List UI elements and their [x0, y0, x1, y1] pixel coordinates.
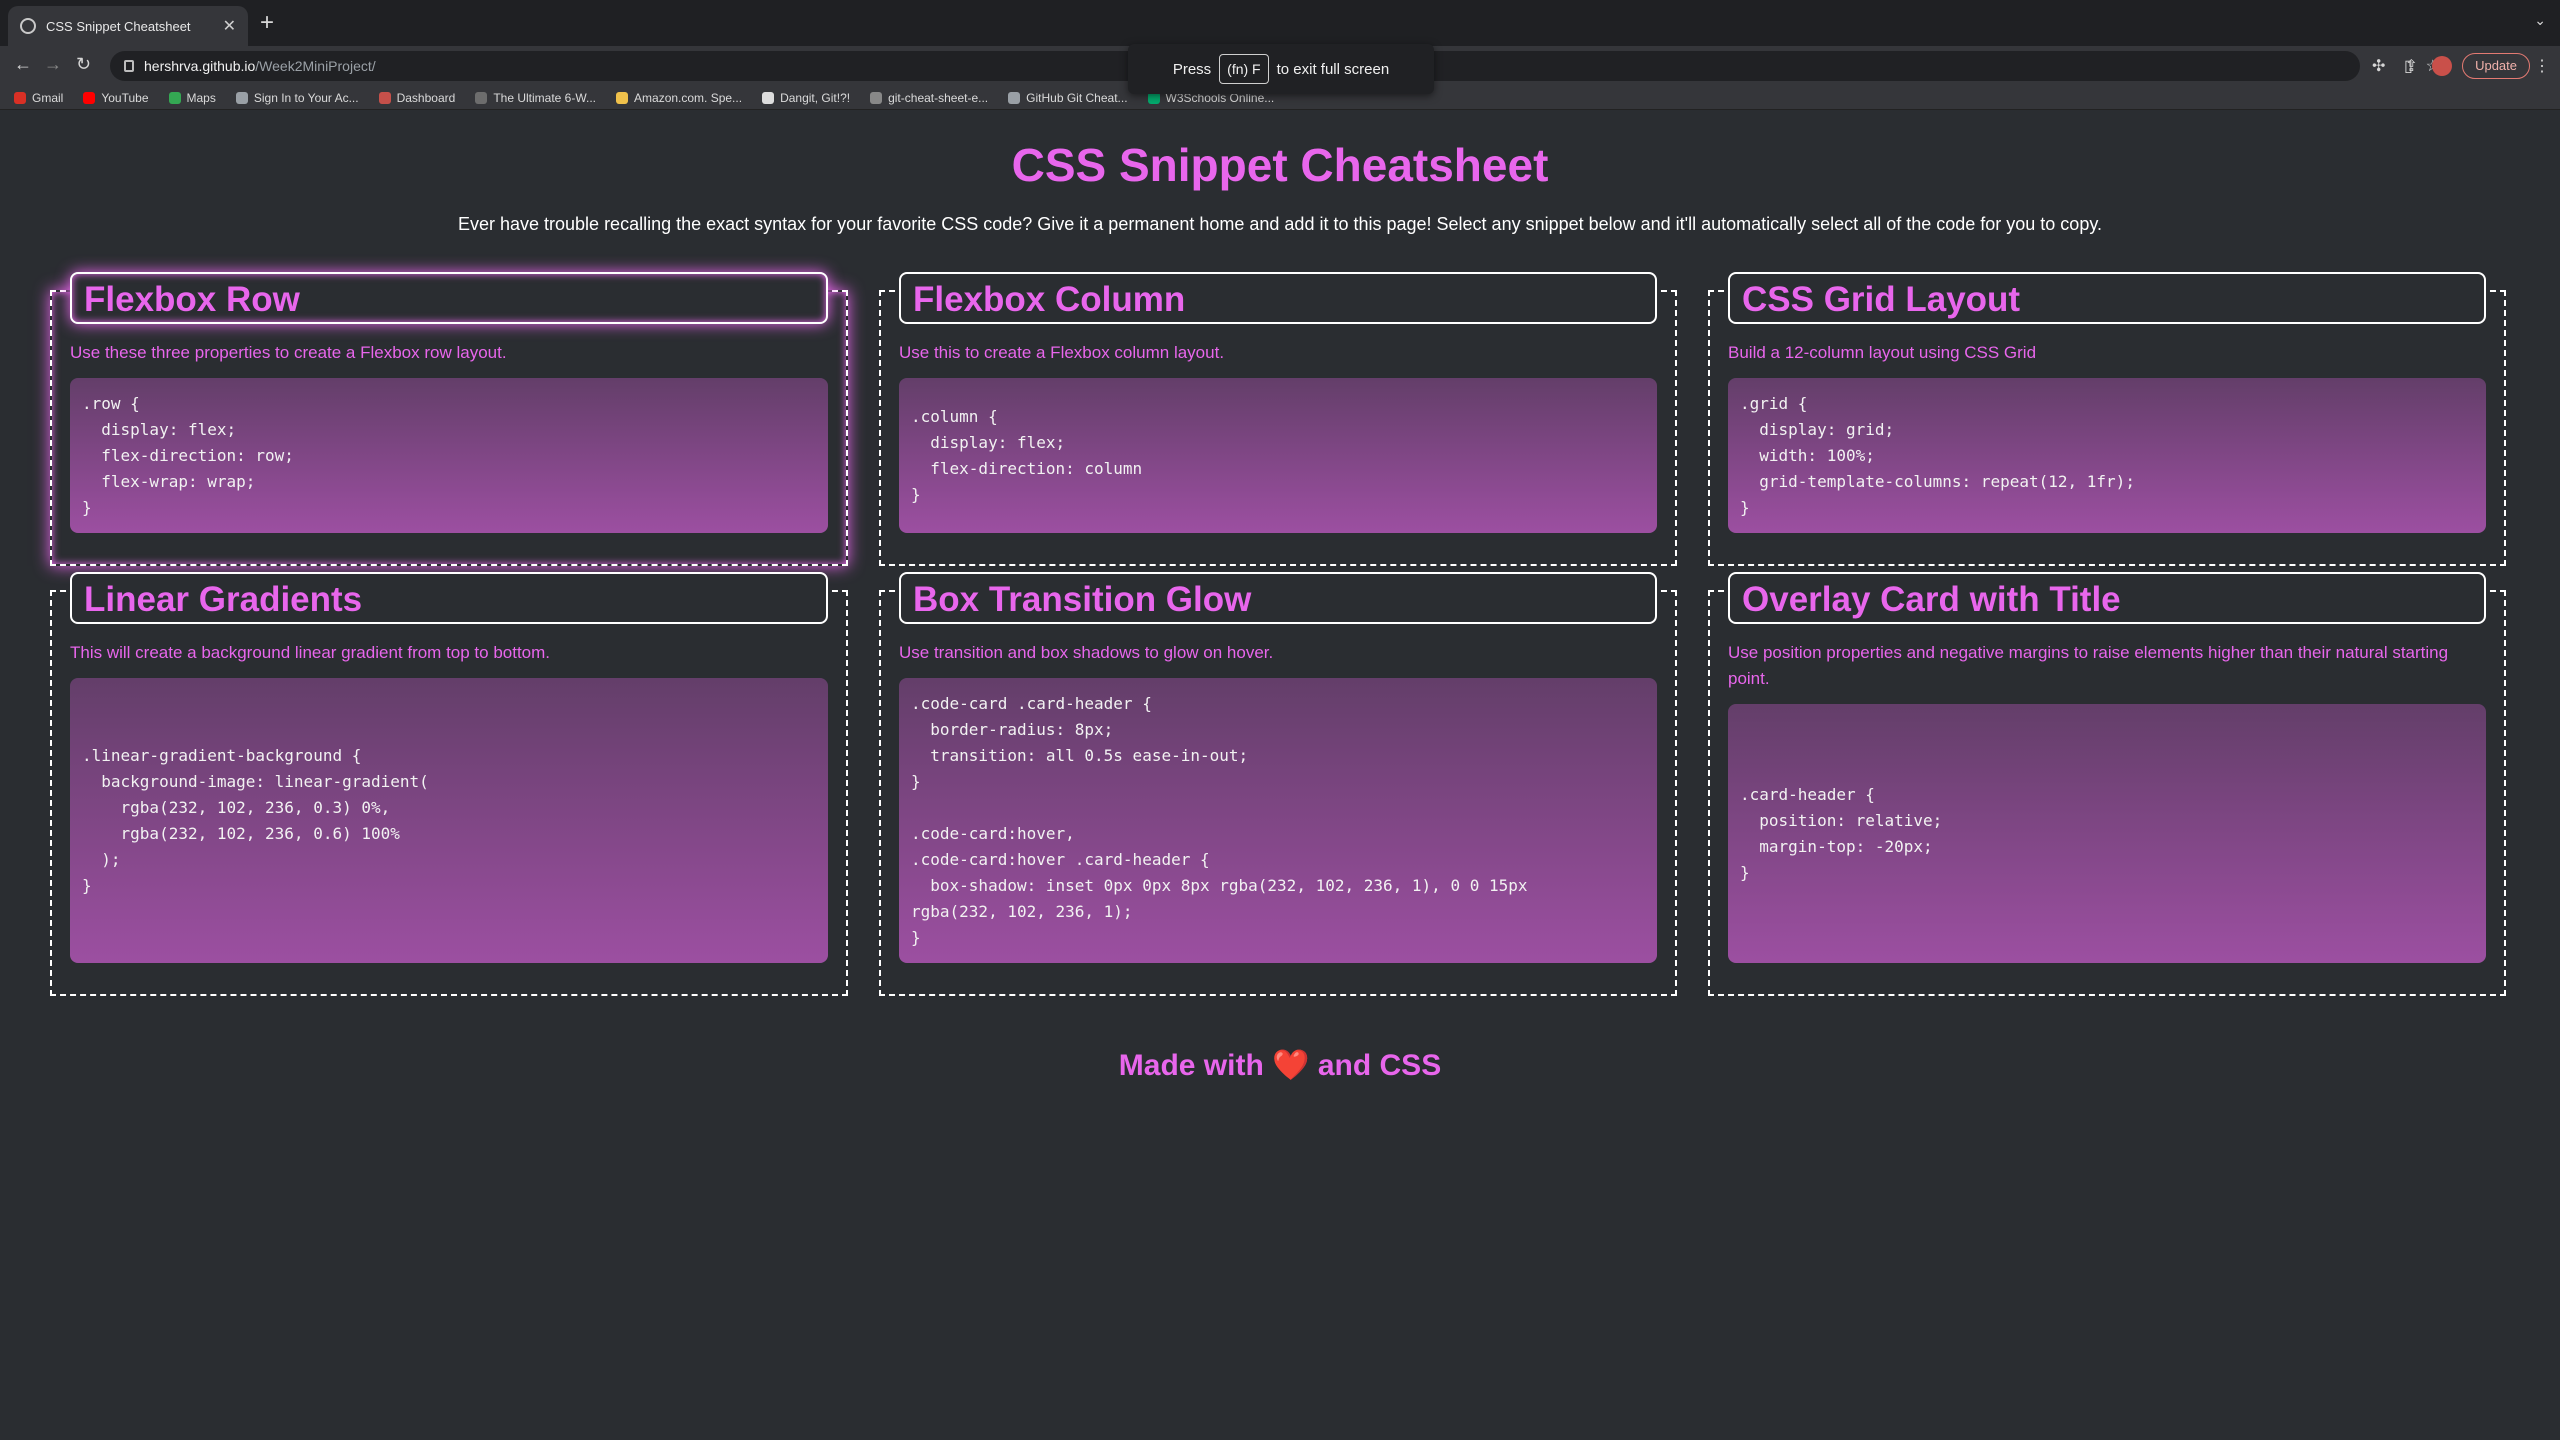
card-header: Linear Gradients	[70, 572, 828, 624]
close-icon[interactable]: ✕	[223, 16, 236, 36]
bookmark-label: Dashboard	[396, 90, 456, 105]
bookmark-label: Maps	[186, 90, 216, 105]
lock-icon	[124, 60, 134, 72]
bookmark-label: The Ultimate 6-W...	[493, 90, 597, 105]
bookmark-item[interactable]: The Ultimate 6-W...	[475, 91, 596, 105]
card-description: Use position properties and negative mar…	[1728, 643, 2449, 688]
toast-rest-text: to exit full screen	[1276, 60, 1390, 78]
bookmark-label: git-cheat-sheet-e...	[888, 90, 989, 105]
footer-text-after: and CSS	[1317, 1049, 1442, 1082]
code-card-flexbox-row[interactable]: Flexbox Row Use these three properties t…	[50, 272, 848, 566]
toast-key: (fn) F	[1219, 54, 1269, 84]
bookmark-item[interactable]: Sign In to Your Ac...	[235, 90, 359, 105]
code-card-box-transition-glow[interactable]: Box Transition Glow Use transition and b…	[879, 572, 1677, 996]
code-card-css-grid[interactable]: CSS Grid Layout Build a 12-column layout…	[1708, 272, 2506, 566]
fullscreen-toast: Press (fn) F to exit full screen	[1128, 44, 1434, 94]
bookmark-item[interactable]: git-cheat-sheet-e...	[870, 91, 988, 105]
bookmark-favicon-icon	[616, 91, 629, 104]
url-path: /Week2MiniProject/	[255, 58, 376, 74]
bookmark-label: GitHub Git Cheat...	[1026, 90, 1128, 105]
bookmark-label: Sign In to Your Ac...	[253, 90, 359, 105]
code-card-linear-gradients[interactable]: Linear Gradients This will create a back…	[50, 572, 848, 996]
url-host: hershrva.github.io	[144, 58, 256, 74]
bookmark-label: Amazon.com. Spe...	[634, 90, 743, 105]
forward-arrow-icon[interactable]: →	[44, 54, 62, 75]
card-header: Flexbox Row	[70, 272, 828, 324]
card-header: Overlay Card with Title	[1728, 572, 2486, 624]
more-menu-icon[interactable]: ⋮	[2534, 56, 2550, 76]
code-card-flexbox-column[interactable]: Flexbox Column Use this to create a Flex…	[879, 272, 1677, 566]
bookmark-item[interactable]: GitHub Git Cheat...	[1008, 90, 1128, 105]
bookmark-favicon-icon	[14, 91, 26, 104]
extensions-icon[interactable]: ✣	[2372, 56, 2385, 76]
code-card-overlay-card[interactable]: Overlay Card with Title Use position pro…	[1708, 572, 2506, 996]
page-title: CSS Snippet Cheatsheet	[1011, 139, 1549, 191]
bookmark-label: YouTube	[101, 90, 149, 105]
bookmark-label: Dangit, Git!?!	[780, 90, 851, 105]
tab-title: CSS Snippet Cheatsheet	[46, 18, 191, 34]
bookmark-favicon-icon	[1008, 91, 1021, 104]
card-description: Build a 12-column layout using CSS Grid	[1728, 343, 2037, 362]
card-description: Use this to create a Flexbox column layo…	[899, 343, 1225, 362]
code-snippet[interactable]: .row { display: flex; flex-direction: ro…	[70, 378, 828, 533]
bookmark-favicon-icon	[378, 91, 391, 104]
card-header: CSS Grid Layout	[1728, 272, 2486, 324]
bookmark-favicon-icon	[83, 91, 96, 104]
heart-icon: ❤️	[1272, 1049, 1310, 1082]
bookmark-label: Gmail	[32, 90, 64, 105]
chevron-down-icon[interactable]: ⌄	[2534, 12, 2546, 29]
bookmark-item[interactable]: Gmail	[14, 91, 63, 105]
footer: Made with ❤️ and CSS	[0, 1048, 2560, 1083]
card-header: Flexbox Column	[899, 272, 1657, 324]
reload-icon[interactable]: ↻	[76, 54, 91, 75]
toast-press-text: Press	[1172, 60, 1212, 78]
bookmark-item[interactable]: YouTube	[83, 90, 149, 105]
snippet-grid: Flexbox Row Use these three properties t…	[50, 272, 2510, 996]
card-header: Box Transition Glow	[899, 572, 1657, 624]
globe-icon	[20, 18, 36, 34]
code-snippet[interactable]: .linear-gradient-background { background…	[70, 678, 828, 963]
update-button[interactable]: Update	[2462, 53, 2530, 79]
page-intro: Ever have trouble recalling the exact sy…	[457, 214, 2102, 234]
new-tab-icon[interactable]: +	[260, 10, 274, 36]
card-description: Use transition and box shadows to glow o…	[899, 643, 1274, 662]
code-snippet[interactable]: .grid { display: grid; width: 100%; grid…	[1728, 378, 2486, 533]
browser-tab[interactable]: CSS Snippet Cheatsheet ✕	[8, 6, 248, 46]
bookmark-item[interactable]: Dashboard	[378, 90, 456, 105]
footer-text-before: Made with	[1118, 1049, 1264, 1082]
back-arrow-icon[interactable]: ←	[14, 54, 32, 75]
code-snippet[interactable]: .code-card .card-header { border-radius:…	[899, 678, 1657, 963]
browser-tabstrip: CSS Snippet Cheatsheet ✕ + ⌄	[0, 0, 2560, 46]
bookmark-favicon-icon	[235, 91, 248, 104]
card-description: This will create a background linear gra…	[70, 643, 551, 662]
bookmark-favicon-icon	[762, 91, 775, 104]
bookmark-item[interactable]: Dangit, Git!?!	[762, 91, 850, 105]
card-description: Use these three properties to create a F…	[70, 343, 507, 362]
bookmark-favicon-icon	[475, 91, 488, 104]
code-snippet[interactable]: .card-header { position: relative; margi…	[1728, 704, 2486, 963]
bookmark-favicon-icon	[168, 91, 181, 104]
bookmark-favicon-icon	[870, 91, 883, 104]
side-panel-icon[interactable]: ▯	[2404, 56, 2413, 76]
bookmark-item[interactable]: Amazon.com. Spe...	[616, 91, 742, 105]
bookmark-item[interactable]: Maps	[168, 90, 216, 105]
avatar[interactable]	[2432, 56, 2452, 76]
code-snippet[interactable]: .column { display: flex; flex-direction:…	[899, 378, 1657, 533]
